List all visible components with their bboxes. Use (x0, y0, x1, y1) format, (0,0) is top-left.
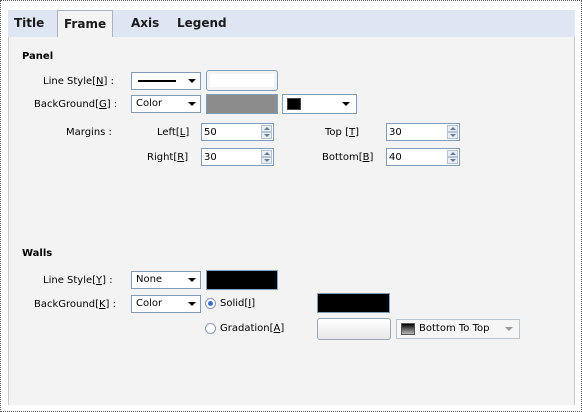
spin-down-icon[interactable] (261, 132, 272, 139)
chevron-down-icon (505, 327, 513, 331)
panel-background-label: BackGround[G] : (34, 99, 118, 110)
frame-tab-panel: Panel Line Style[N] : BackGround[G] : Co… (8, 37, 575, 405)
gradient-preview-icon (401, 323, 415, 335)
panel-line-color-button[interactable] (206, 70, 278, 91)
right-margin-label: Right[R] (147, 152, 189, 163)
walls-gradient-color-button[interactable] (317, 318, 391, 340)
tab-title[interactable]: Title (8, 10, 50, 36)
margins-label: Margins : (66, 127, 112, 138)
bottom-margin-input[interactable] (389, 150, 429, 164)
left-margin-stepper[interactable] (201, 123, 274, 141)
solid-radio-label: Solid[I] (220, 298, 256, 309)
solid-radio[interactable] (205, 298, 216, 309)
chevron-down-icon (188, 302, 196, 306)
top-margin-input[interactable] (389, 125, 429, 139)
left-margin-input[interactable] (204, 125, 244, 139)
panel-pattern-color-select[interactable] (282, 94, 357, 114)
panel-line-style-label: Line Style[N] : (43, 76, 114, 87)
spin-up-icon[interactable] (447, 125, 458, 132)
walls-background-select[interactable]: Color (131, 295, 201, 313)
gradation-radio-label: Gradation[A] (220, 323, 285, 334)
panel-line-style-select[interactable] (131, 72, 201, 90)
panel-background-value: Color (136, 98, 163, 109)
walls-section-heading: Walls (22, 248, 53, 259)
spin-up-icon[interactable] (261, 125, 272, 132)
spin-up-icon[interactable] (447, 150, 458, 157)
panel-line-color-swatch (210, 74, 274, 87)
bottom-margin-label: Bottom[B] (322, 152, 374, 163)
tab-axis[interactable]: Axis (125, 10, 165, 36)
walls-background-value: Color (136, 298, 163, 309)
tab-legend[interactable]: Legend (171, 10, 233, 36)
right-margin-stepper[interactable] (201, 148, 274, 166)
solid-line-icon (138, 80, 176, 82)
right-margin-input[interactable] (204, 150, 244, 164)
spin-down-icon[interactable] (447, 132, 458, 139)
walls-line-style-value: None (136, 274, 163, 285)
chevron-down-icon (188, 278, 196, 282)
left-margin-label: Left[L] (157, 127, 190, 138)
chevron-down-icon (188, 102, 196, 106)
bottom-margin-stepper[interactable] (386, 148, 460, 166)
tab-frame[interactable]: Frame (57, 10, 114, 38)
chart-properties-dialog: Title Frame Axis Legend Panel Line Style… (0, 0, 582, 412)
top-margin-stepper[interactable] (386, 123, 460, 141)
walls-solid-color-button[interactable] (317, 293, 390, 313)
panel-background-color-button[interactable] (206, 94, 278, 114)
spin-up-icon[interactable] (261, 150, 272, 157)
walls-line-color-button[interactable] (206, 270, 278, 290)
walls-line-style-label: Line Style[Y] : (43, 275, 113, 286)
chevron-down-icon (342, 102, 350, 106)
spin-down-icon[interactable] (447, 157, 458, 164)
gradient-direction-value: Bottom To Top (419, 323, 490, 334)
pattern-color-chip (287, 98, 301, 110)
tab-bar: Title Frame Axis Legend (8, 10, 575, 38)
panel-section-heading: Panel (22, 51, 54, 62)
top-margin-label: Top [T] (325, 127, 359, 138)
chevron-down-icon (188, 79, 196, 83)
panel-background-select[interactable]: Color (131, 95, 201, 113)
gradient-direction-select[interactable]: Bottom To Top (396, 319, 520, 339)
gradation-radio[interactable] (205, 323, 216, 334)
walls-background-label: BackGround[K] : (34, 299, 116, 310)
spin-down-icon[interactable] (261, 157, 272, 164)
walls-line-style-select[interactable]: None (131, 271, 201, 289)
